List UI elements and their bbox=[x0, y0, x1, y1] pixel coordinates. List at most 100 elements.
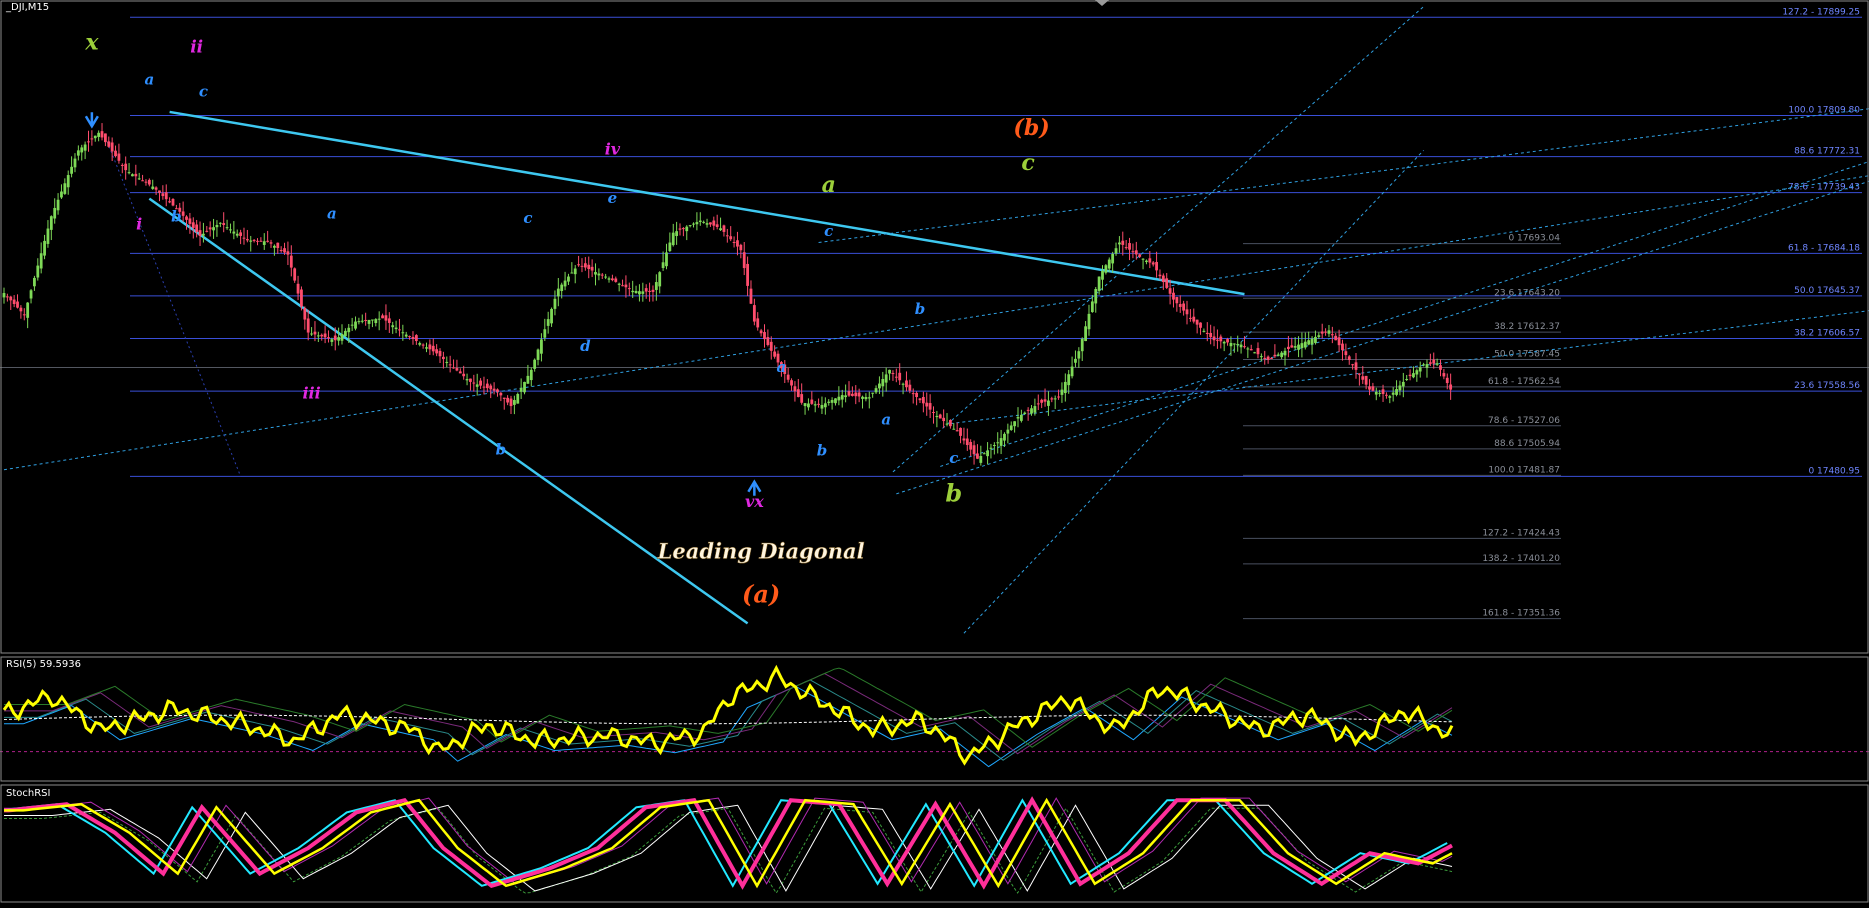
candle-body-315 bbox=[1067, 374, 1071, 386]
candle-body-285 bbox=[965, 438, 969, 446]
candle-body-319 bbox=[1080, 338, 1084, 352]
wave-label-2: a bbox=[144, 71, 154, 89]
price-panel-border bbox=[0, 0, 1869, 654]
candle-body-252 bbox=[854, 392, 858, 397]
candle-body-290 bbox=[982, 453, 986, 455]
candle-body-207 bbox=[702, 221, 706, 223]
rsi-panel[interactable] bbox=[0, 664, 1869, 768]
candle-body-313 bbox=[1060, 389, 1064, 395]
candle-body-124 bbox=[421, 344, 425, 346]
candle-body-214 bbox=[725, 235, 729, 237]
candle-body-347 bbox=[1175, 297, 1179, 304]
candle-body-90 bbox=[306, 318, 310, 333]
candle-body-75 bbox=[256, 240, 259, 242]
candle-body-76 bbox=[259, 240, 263, 242]
wave-label-16: a bbox=[822, 172, 836, 198]
candle-body-68 bbox=[232, 231, 236, 234]
candle-body-38 bbox=[131, 174, 134, 177]
candle-body-153 bbox=[519, 387, 523, 392]
candle-body-339 bbox=[1148, 258, 1152, 263]
candle-body-212 bbox=[719, 228, 722, 231]
rsi-title: RSI(5) 59.5936 bbox=[6, 659, 81, 670]
candle-body-156 bbox=[529, 369, 533, 381]
candle-body-29 bbox=[100, 131, 104, 138]
candle-body-59 bbox=[202, 233, 205, 236]
candle-body-0 bbox=[2, 293, 6, 298]
candle-body-421 bbox=[1425, 364, 1429, 368]
candle-body-54 bbox=[185, 216, 188, 220]
candle-body-295 bbox=[999, 438, 1003, 446]
candle-body-97 bbox=[330, 339, 334, 342]
candle-body-280 bbox=[949, 420, 952, 427]
candle-body-158 bbox=[536, 349, 540, 360]
candle-body-317 bbox=[1074, 358, 1077, 363]
candle-body-205 bbox=[695, 222, 699, 225]
chart-canvas[interactable]: 127.2 - 17899.25 100.0 17809.80 88.6 17772… bbox=[0, 0, 1869, 904]
stochrsi-title: StochRSI bbox=[6, 788, 51, 799]
candle-body-331 bbox=[1121, 240, 1125, 245]
candle-body-127 bbox=[431, 345, 435, 352]
price-panel[interactable]: 127.2 - 17899.25 100.0 17809.80 88.6 17772… bbox=[0, 6, 1869, 634]
candle-body-107 bbox=[364, 319, 368, 321]
candle-body-23 bbox=[80, 147, 84, 153]
candle-body-348 bbox=[1178, 304, 1182, 307]
candle-body-300 bbox=[1016, 417, 1020, 419]
candle-body-120 bbox=[408, 336, 411, 338]
symbol-label: _DJI,M15 bbox=[6, 2, 50, 13]
candle-body-237 bbox=[803, 403, 807, 407]
candle-body-401 bbox=[1357, 373, 1361, 375]
candle-body-385 bbox=[1303, 341, 1307, 348]
fib-label-right-4: 61.8 - 17562.54 bbox=[1488, 377, 1560, 387]
wave-label-12: e bbox=[608, 189, 618, 207]
candle-body-334 bbox=[1131, 251, 1135, 253]
candle-body-163 bbox=[553, 298, 557, 309]
candle-body-174 bbox=[590, 266, 594, 271]
candle-body-109 bbox=[371, 319, 374, 321]
candle-body-45 bbox=[154, 187, 158, 190]
candle-body-72 bbox=[245, 239, 249, 241]
candle-body-196 bbox=[665, 252, 668, 267]
candle-body-19 bbox=[66, 175, 70, 188]
candle-body-199 bbox=[675, 231, 679, 237]
wave-label-17: c bbox=[824, 222, 833, 240]
candle-body-103 bbox=[350, 324, 354, 326]
candle-body-186 bbox=[631, 290, 635, 293]
candle-body-222 bbox=[752, 305, 756, 322]
candle-body-101 bbox=[343, 330, 347, 337]
candle-body-250 bbox=[847, 391, 851, 396]
candle-body-307 bbox=[1040, 399, 1044, 403]
candle-body-149 bbox=[506, 397, 510, 403]
candle-body-243 bbox=[823, 403, 827, 408]
candle-body-309 bbox=[1047, 400, 1050, 406]
candle-body-98 bbox=[333, 335, 337, 341]
candle-body-395 bbox=[1337, 337, 1341, 346]
candle-body-281 bbox=[952, 428, 956, 430]
candle-body-249 bbox=[844, 395, 848, 398]
candle-body-73 bbox=[249, 240, 253, 242]
stochrsi-panel[interactable] bbox=[3, 796, 1453, 894]
candle-body-204 bbox=[692, 223, 695, 225]
candle-body-426 bbox=[1442, 373, 1446, 377]
candle-body-159 bbox=[540, 339, 543, 354]
channel-dotted-line-7 bbox=[963, 150, 1424, 634]
candle-body-238 bbox=[807, 403, 810, 408]
candle-body-119 bbox=[404, 334, 408, 337]
fib-label-left-2: 88.6 17772.31 bbox=[1794, 147, 1860, 157]
candle-body-84 bbox=[286, 251, 290, 255]
candle-body-28 bbox=[97, 132, 101, 137]
candle-body-203 bbox=[688, 225, 692, 227]
candle-body-310 bbox=[1050, 398, 1054, 400]
candle-body-338 bbox=[1145, 260, 1148, 262]
candle-body-322 bbox=[1090, 301, 1094, 313]
candle-body-182 bbox=[617, 283, 621, 285]
chart-window[interactable]: 127.2 - 17899.25 100.0 17809.80 88.6 17772… bbox=[0, 0, 1869, 904]
candle-body-420 bbox=[1422, 364, 1425, 366]
candle-body-25 bbox=[87, 141, 90, 143]
candle-body-251 bbox=[850, 393, 854, 396]
wave-label-19: b bbox=[915, 300, 926, 318]
candle-body-104 bbox=[354, 321, 357, 329]
swing-dotted-line bbox=[104, 136, 242, 477]
candle-body-428 bbox=[1449, 384, 1453, 390]
wave-label-23: c bbox=[1021, 150, 1035, 176]
candle-body-273 bbox=[925, 402, 929, 407]
